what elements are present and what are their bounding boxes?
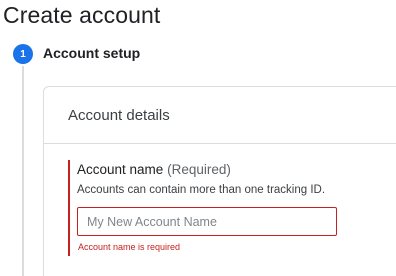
account-name-label: Account name: [77, 162, 164, 177]
stepper-connector-line: [22, 66, 24, 276]
account-name-field: Account name (Required) Accounts can con…: [68, 160, 396, 256]
account-details-card: Account details Account name (Required) …: [43, 86, 396, 276]
required-indicator: (Required): [167, 162, 231, 177]
account-name-label-row: Account name (Required): [77, 162, 231, 177]
page-title: Create account: [3, 2, 161, 28]
card-title: Account details: [68, 107, 170, 124]
card-header: Account details: [44, 87, 396, 144]
account-name-help-text: Accounts can contain more than one track…: [77, 184, 326, 196]
step-number-badge: 1: [13, 44, 33, 64]
account-name-input[interactable]: [77, 207, 337, 236]
create-account-page: Create account 1 Account setup Account d…: [0, 0, 396, 276]
step-title: Account setup: [43, 45, 141, 61]
account-name-error: Account name is required: [78, 242, 181, 252]
